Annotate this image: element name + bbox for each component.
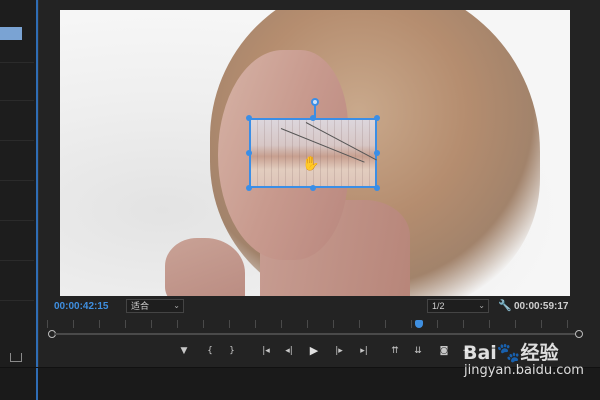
marker-icon[interactable]: ▼ — [177, 345, 191, 357]
transform-handle-top-right[interactable] — [374, 115, 380, 121]
new-bin-icon[interactable] — [10, 353, 22, 362]
transform-handle-bottom[interactable] — [310, 185, 316, 191]
panel-focus-border — [36, 0, 38, 367]
resolution-value: 1/2 — [432, 301, 445, 311]
panel-row-divider — [0, 260, 34, 261]
bridge-cable — [280, 128, 365, 163]
zoom-level-select[interactable]: 适合 ⌄ — [126, 299, 184, 313]
paw-icon: 🐾 — [496, 342, 521, 364]
selected-panel-item[interactable] — [0, 27, 22, 40]
transform-handle-bottom-left[interactable] — [246, 185, 252, 191]
transform-handle-bottom-right[interactable] — [374, 185, 380, 191]
panel-row-divider — [0, 300, 34, 301]
program-monitor-video[interactable]: ✋ — [60, 10, 570, 296]
hand-shape — [165, 238, 245, 296]
transform-handle-left[interactable] — [246, 150, 252, 156]
rotation-handle[interactable] — [311, 98, 319, 106]
step-back-icon[interactable]: ◂| — [282, 345, 296, 357]
chevron-down-icon: ⌄ — [173, 301, 180, 310]
transform-handle-top[interactable] — [310, 115, 316, 121]
zoom-scroll-bar[interactable] — [54, 333, 576, 335]
lift-icon[interactable]: ⇈ — [388, 345, 402, 357]
panel-row-divider — [0, 140, 34, 141]
go-to-in-icon[interactable]: |◂ — [259, 345, 273, 357]
hand-cursor-icon: ✋ — [302, 155, 320, 171]
duration-timecode: 00:00:59:17 — [514, 301, 569, 312]
current-timecode[interactable]: 00:00:42:15 — [54, 301, 108, 312]
step-forward-icon[interactable]: |▸ — [332, 345, 346, 357]
watermark-brand-suffix: 经验 — [520, 342, 559, 364]
export-frame-icon[interactable]: ◙ — [437, 345, 451, 357]
transform-handle-top-left[interactable] — [246, 115, 252, 121]
project-panel-strip — [0, 0, 39, 367]
go-to-out-icon[interactable]: ▸| — [357, 345, 371, 357]
playback-resolution-select[interactable]: 1/2 ⌄ — [427, 299, 489, 313]
panel-focus-border — [36, 368, 38, 400]
time-ruler[interactable] — [47, 320, 577, 328]
extract-icon[interactable]: ⇊ — [411, 345, 425, 357]
transform-handle-right[interactable] — [374, 150, 380, 156]
mark-in-icon[interactable]: { — [203, 345, 217, 357]
chevron-down-icon: ⌄ — [478, 301, 485, 310]
zoom-level-value: 适合 — [131, 301, 150, 311]
watermark-url: jingyan.baidu.com — [464, 363, 584, 378]
watermark-brand: Bai — [463, 342, 497, 364]
play-icon[interactable]: ▶ — [307, 345, 321, 357]
panel-row-divider — [0, 220, 34, 221]
panel-row-divider — [0, 180, 34, 181]
panel-row-divider — [0, 62, 34, 63]
zoom-handle-right[interactable] — [575, 330, 583, 338]
baidu-jingyan-watermark: Bai🐾经验 — [463, 338, 559, 365]
mark-out-icon[interactable]: } — [225, 345, 239, 357]
overlay-clip[interactable] — [249, 118, 377, 188]
panel-row-divider — [0, 100, 34, 101]
wrench-icon[interactable]: 🔧 — [498, 299, 512, 312]
